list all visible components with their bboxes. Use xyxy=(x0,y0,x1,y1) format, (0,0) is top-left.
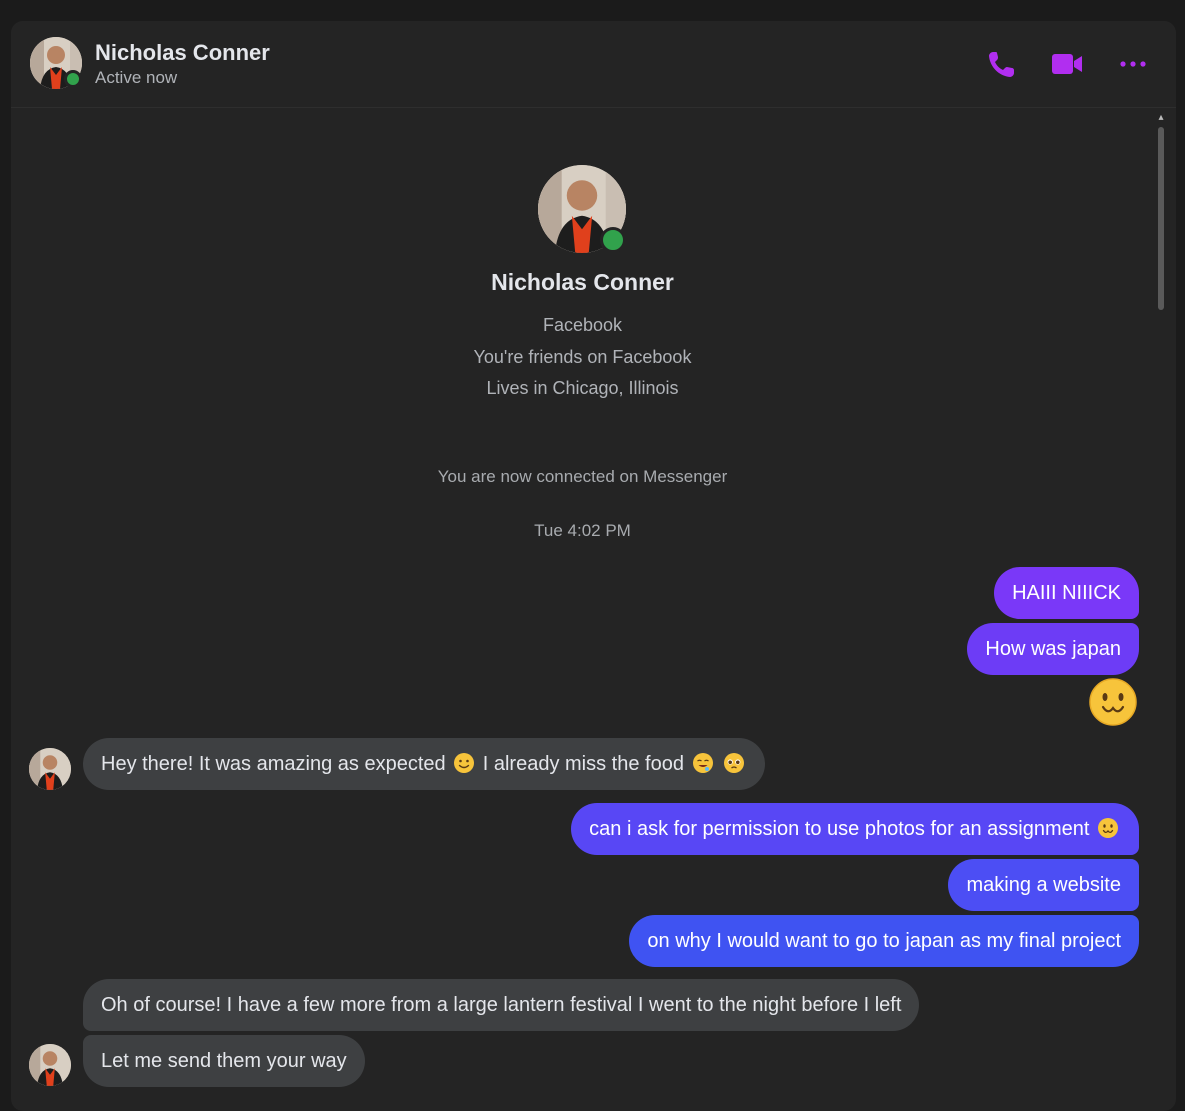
message-text: I already miss the food xyxy=(482,753,684,775)
more-options-icon xyxy=(1120,61,1146,67)
profile-name[interactable]: Nicholas Conner xyxy=(11,269,1154,296)
message-text: can i ask for permission to use photos f… xyxy=(589,818,1090,840)
contact-status: Active now xyxy=(95,68,178,87)
incoming-message[interactable]: Hey there! It was amazing as expected I … xyxy=(83,738,766,790)
drooling-emoji xyxy=(692,752,714,774)
incoming-message[interactable]: Let me send them your way xyxy=(83,1035,365,1087)
incoming-message[interactable]: Oh of course! I have a few more from a l… xyxy=(83,979,920,1031)
profile-location: Lives in Chicago, Illinois xyxy=(486,378,679,398)
message-text: Oh of course! I have a few more from a l… xyxy=(101,994,902,1016)
connected-notice: You are now connected on Messenger xyxy=(437,467,728,486)
scrollbar[interactable]: ▴ xyxy=(1156,113,1166,1103)
outgoing-message[interactable]: How was japan xyxy=(967,623,1139,675)
voice-call-button[interactable] xyxy=(985,47,1019,81)
phone-icon xyxy=(989,52,1014,77)
message-text: Hey there! It was amazing as expected xyxy=(101,753,446,775)
outgoing-message[interactable]: can i ask for permission to use photos f… xyxy=(571,803,1139,855)
messenger-chat-window: Nicholas Conner Active now ▴ Nicholas Co… xyxy=(11,21,1176,1111)
message-text: How was japan xyxy=(985,638,1121,660)
pleading-smile-emoji xyxy=(1097,817,1119,839)
scrollbar-thumb[interactable] xyxy=(1158,127,1164,310)
message-text: making a website xyxy=(966,874,1121,896)
message-text: HAIII NIIICK xyxy=(1012,582,1121,604)
contact-message-avatar[interactable] xyxy=(29,1044,71,1086)
contact-message-avatar[interactable] xyxy=(29,748,71,790)
timestamp: Tue 4:02 PM xyxy=(534,521,631,540)
outgoing-message[interactable]: making a website xyxy=(948,859,1139,911)
outgoing-message[interactable]: on why I would want to go to japan as my… xyxy=(629,915,1139,967)
avatar-photo xyxy=(29,748,71,790)
smiling-face-emoji[interactable] xyxy=(1088,677,1138,727)
contact-name[interactable]: Nicholas Conner xyxy=(95,40,270,66)
message-text: on why I would want to go to japan as my… xyxy=(647,930,1121,952)
pleading-emoji xyxy=(723,752,745,774)
online-indicator xyxy=(64,70,82,88)
chat-header: Nicholas Conner Active now xyxy=(11,21,1176,108)
outgoing-message[interactable]: HAIII NIIICK xyxy=(994,567,1139,619)
message-text: Let me send them your way xyxy=(101,1050,347,1072)
video-camera-icon xyxy=(1052,54,1082,74)
profile-friendship: You're friends on Facebook xyxy=(473,347,692,367)
video-call-button[interactable] xyxy=(1050,47,1084,81)
profile-platform: Facebook xyxy=(542,315,623,335)
more-options-button[interactable] xyxy=(1116,47,1150,81)
slightly-smiling-emoji xyxy=(453,752,475,774)
avatar-photo xyxy=(29,1044,71,1086)
profile-online-indicator xyxy=(600,227,626,253)
scroll-up-arrow-icon[interactable]: ▴ xyxy=(1156,113,1166,123)
